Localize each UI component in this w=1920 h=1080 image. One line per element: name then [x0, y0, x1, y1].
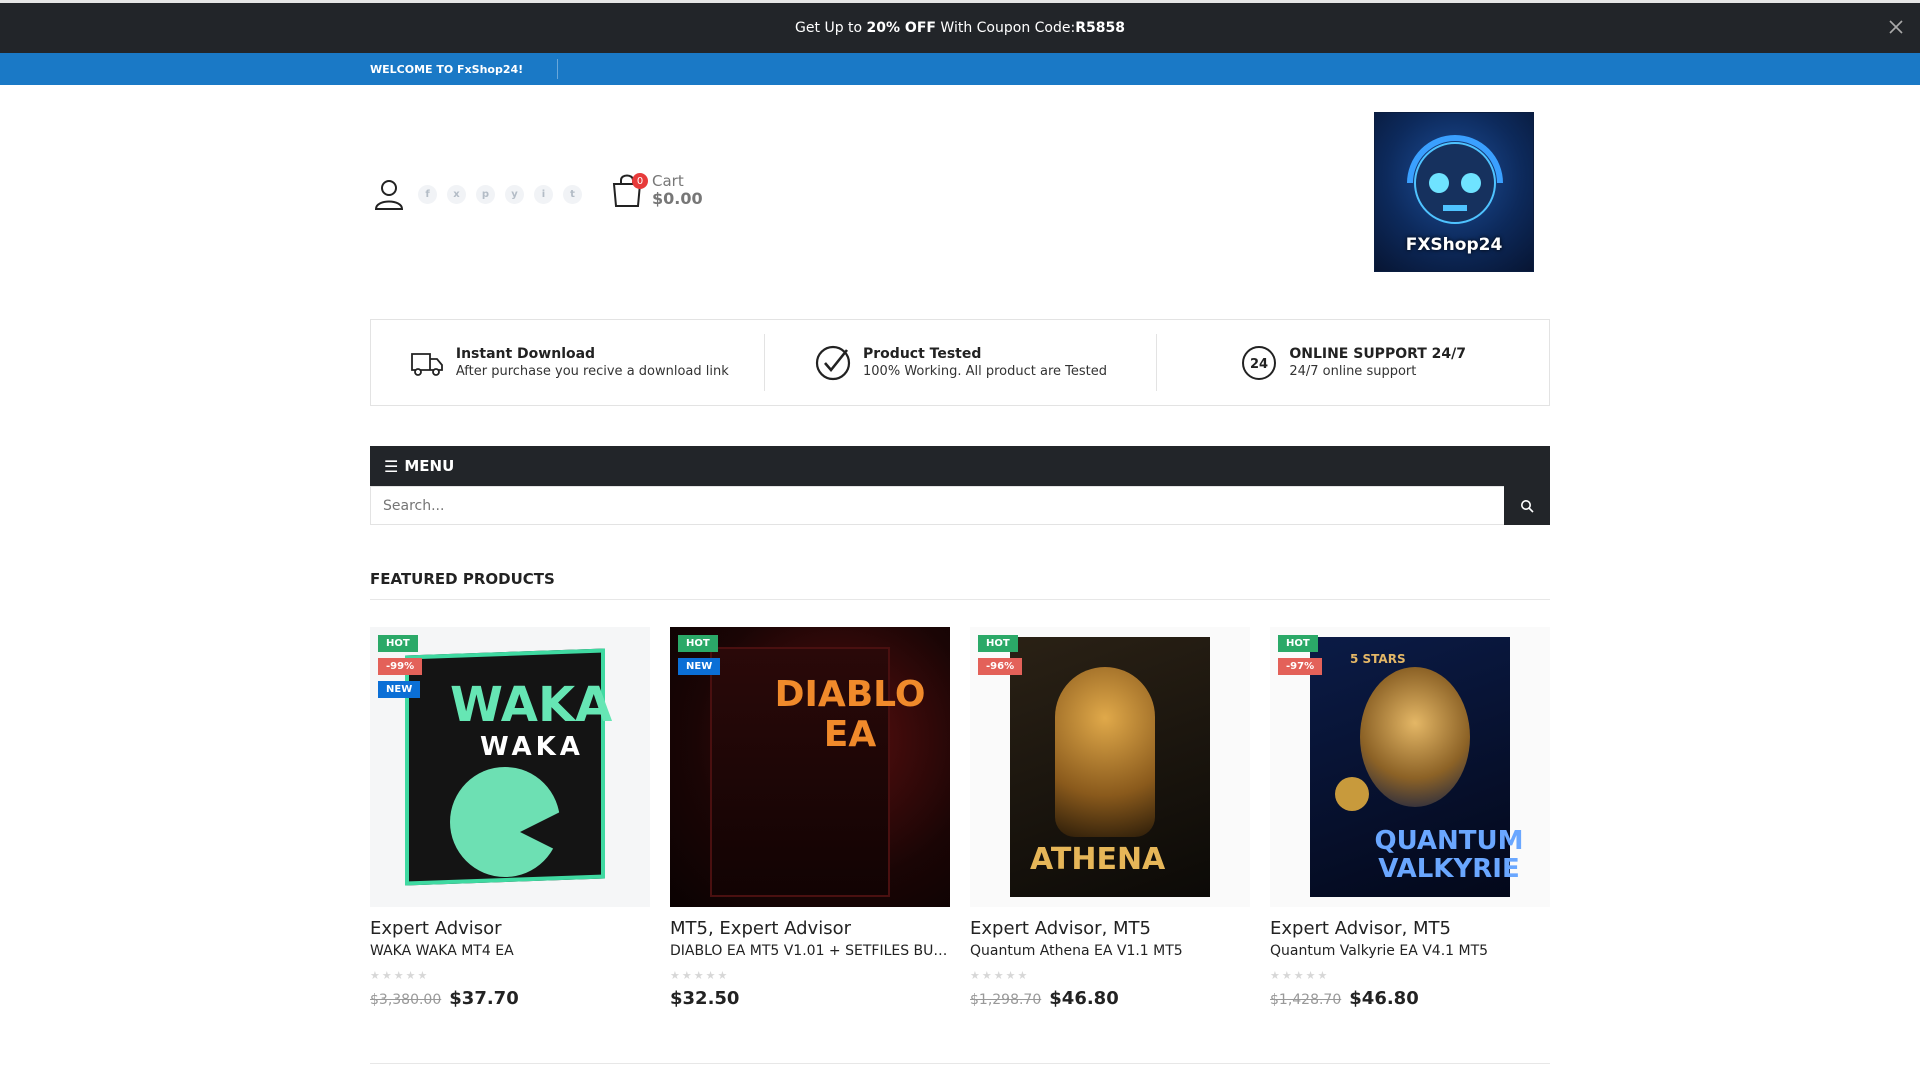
rating-stars: ★★★★★: [1270, 969, 1330, 982]
search-icon: [1521, 499, 1534, 513]
old-price: $3,380.00: [370, 992, 442, 1008]
feature-strip: Instant Download After purchase you reci…: [370, 319, 1550, 406]
menu-toggle[interactable]: ☰ MENU: [370, 446, 1550, 486]
feature-subtitle: 24/7 online support: [1289, 364, 1417, 379]
cart-button[interactable]: 0 Cart $0.00: [610, 172, 703, 208]
search-bar: [370, 486, 1550, 525]
promo-banner: Get Up to 20% OFF With Coupon Code:R5858: [0, 3, 1920, 53]
product-card[interactable]: HOT -99% NEW WAKA WAKA Expert Advisor WA…: [370, 627, 650, 1009]
svg-text:24: 24: [1250, 357, 1268, 372]
hot-badge: HOT: [678, 635, 718, 652]
product-card[interactable]: HOT -97% 5 STARS QUANTUM VALKYRIE Expert…: [1270, 627, 1550, 1009]
current-price: $37.70: [449, 988, 519, 1009]
current-price: $46.80: [1049, 988, 1119, 1009]
hot-badge: HOT: [378, 635, 418, 652]
art-title: WAKA: [450, 677, 613, 733]
feature-subtitle: After purchase you recive a download lin…: [455, 364, 729, 379]
instagram-icon[interactable]: i: [534, 185, 553, 204]
art-title: QUANTUM VALKYRIE: [1374, 826, 1524, 884]
feature-product-tested: Product Tested 100% Working. All product…: [763, 320, 1157, 405]
feature-instant-download: Instant Download After purchase you reci…: [371, 320, 764, 405]
discount-badge: -97%: [1278, 658, 1323, 675]
current-price: $32.50: [670, 988, 740, 1009]
old-price: $1,428.70: [1270, 992, 1342, 1008]
cart-amount: $0.00: [652, 189, 703, 208]
search-input[interactable]: [370, 486, 1504, 525]
logo-text: FXShop24: [1405, 235, 1503, 255]
check-circle-icon: [813, 343, 853, 383]
product-image[interactable]: HOT NEW DIABLO EA: [670, 627, 950, 907]
old-price: $1,298.70: [970, 992, 1042, 1008]
hot-badge: HOT: [1278, 635, 1318, 652]
cart-count-badge: 0: [632, 173, 648, 189]
product-category[interactable]: Expert Advisor, MT5: [1270, 918, 1550, 939]
current-price: $46.80: [1349, 988, 1419, 1009]
rating-stars: ★★★★★: [970, 969, 1030, 982]
telegram-icon[interactable]: t: [563, 185, 582, 204]
product-name[interactable]: Quantum Athena EA V1.1 MT5: [970, 943, 1250, 959]
product-category[interactable]: MT5, Expert Advisor: [670, 918, 950, 939]
rating-stars: ★★★★★: [370, 969, 430, 982]
product-category[interactable]: Expert Advisor, MT5: [970, 918, 1250, 939]
art-title: ATHENA: [1030, 842, 1166, 877]
feature-title: ONLINE SUPPORT 24/7: [1289, 346, 1467, 362]
pinterest-icon[interactable]: p: [476, 185, 495, 204]
product-name[interactable]: DIABLO EA MT5 V1.01 + SETFILES BUILD ...: [670, 943, 950, 959]
product-card[interactable]: HOT NEW DIABLO EA MT5, Expert Advisor DI…: [670, 627, 950, 1009]
feature-online-support: 24 ONLINE SUPPORT 24/7 24/7 online suppo…: [1156, 320, 1549, 405]
product-category[interactable]: Expert Advisor: [370, 918, 650, 939]
section-title: FEATURED PRODUCTS: [370, 570, 1550, 600]
art-subtitle: WAKA: [480, 732, 584, 762]
art-stars-text: 5 STARS: [1350, 652, 1406, 666]
art-title: DIABLO EA: [774, 674, 926, 755]
product-name[interactable]: WAKA WAKA MT4 EA: [370, 943, 650, 959]
x-twitter-icon[interactable]: x: [447, 185, 466, 204]
section-divider: [370, 1063, 1550, 1064]
new-badge: NEW: [378, 681, 421, 698]
product-grid: HOT -99% NEW WAKA WAKA Expert Advisor WA…: [370, 627, 1550, 1009]
welcome-text: WELCOME TO FxShop24!: [370, 59, 559, 79]
user-account-icon[interactable]: [374, 178, 404, 210]
feature-subtitle: 100% Working. All product are Tested: [863, 364, 1107, 379]
feature-title: Product Tested: [863, 346, 982, 362]
social-links: f x p y i t: [418, 185, 582, 204]
facebook-icon[interactable]: f: [418, 185, 437, 204]
new-badge: NEW: [678, 658, 721, 675]
site-logo[interactable]: FXShop24: [1374, 112, 1534, 272]
menu-label: MENU: [404, 457, 455, 475]
discount-badge: -96%: [978, 658, 1023, 675]
product-image[interactable]: HOT -96% ATHENA: [970, 627, 1250, 907]
hamburger-icon: ☰: [384, 456, 399, 476]
search-button[interactable]: [1504, 486, 1550, 525]
youtube-icon[interactable]: y: [505, 185, 524, 204]
cart-label: Cart: [652, 172, 684, 190]
site-header: f x p y i t 0 Cart $0.00 FXShop24: [370, 112, 1550, 272]
feature-title: Instant Download: [455, 346, 596, 362]
hot-badge: HOT: [978, 635, 1018, 652]
discount-badge: -99%: [378, 658, 423, 675]
product-image[interactable]: HOT -97% 5 STARS QUANTUM VALKYRIE: [1270, 627, 1550, 907]
product-name[interactable]: Quantum Valkyrie EA V4.1 MT5: [1270, 943, 1550, 959]
welcome-bar: WELCOME TO FxShop24!: [0, 53, 1920, 85]
promo-text: Get Up to 20% OFF With Coupon Code:R5858: [795, 20, 1125, 36]
product-card[interactable]: HOT -96% ATHENA Expert Advisor, MT5 Quan…: [970, 627, 1250, 1009]
rating-stars: ★★★★★: [670, 969, 730, 982]
product-image[interactable]: HOT -99% NEW WAKA WAKA: [370, 627, 650, 907]
truck-icon: [406, 343, 446, 383]
support-24-icon: 24: [1239, 343, 1279, 383]
close-icon[interactable]: [1886, 17, 1906, 37]
